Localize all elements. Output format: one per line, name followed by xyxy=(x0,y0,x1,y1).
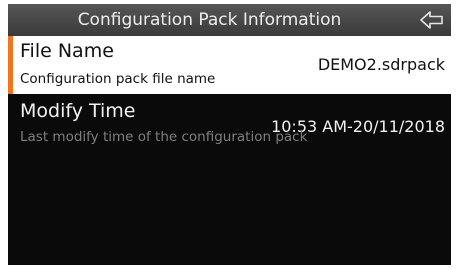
item-title: Modify Time xyxy=(20,100,136,122)
list-item-modify-time[interactable]: Modify Time 10:53 AM-20/11/2018 Last mod… xyxy=(8,96,451,154)
list-item-file-name[interactable]: File Name Configuration pack file name D… xyxy=(8,36,451,94)
item-description: Configuration pack file name xyxy=(20,71,216,87)
header-bar: Configuration Pack Information xyxy=(8,4,451,36)
selection-accent xyxy=(8,36,13,94)
item-title: File Name xyxy=(20,40,114,62)
back-button[interactable] xyxy=(419,9,445,31)
device-screen: Configuration Pack Information File Name… xyxy=(8,4,451,265)
page-title: Configuration Pack Information xyxy=(77,10,342,30)
back-arrow-icon xyxy=(420,11,443,29)
item-value: DEMO2.sdrpack xyxy=(317,55,445,74)
item-description: Last modify time of the configuration pa… xyxy=(20,129,308,145)
